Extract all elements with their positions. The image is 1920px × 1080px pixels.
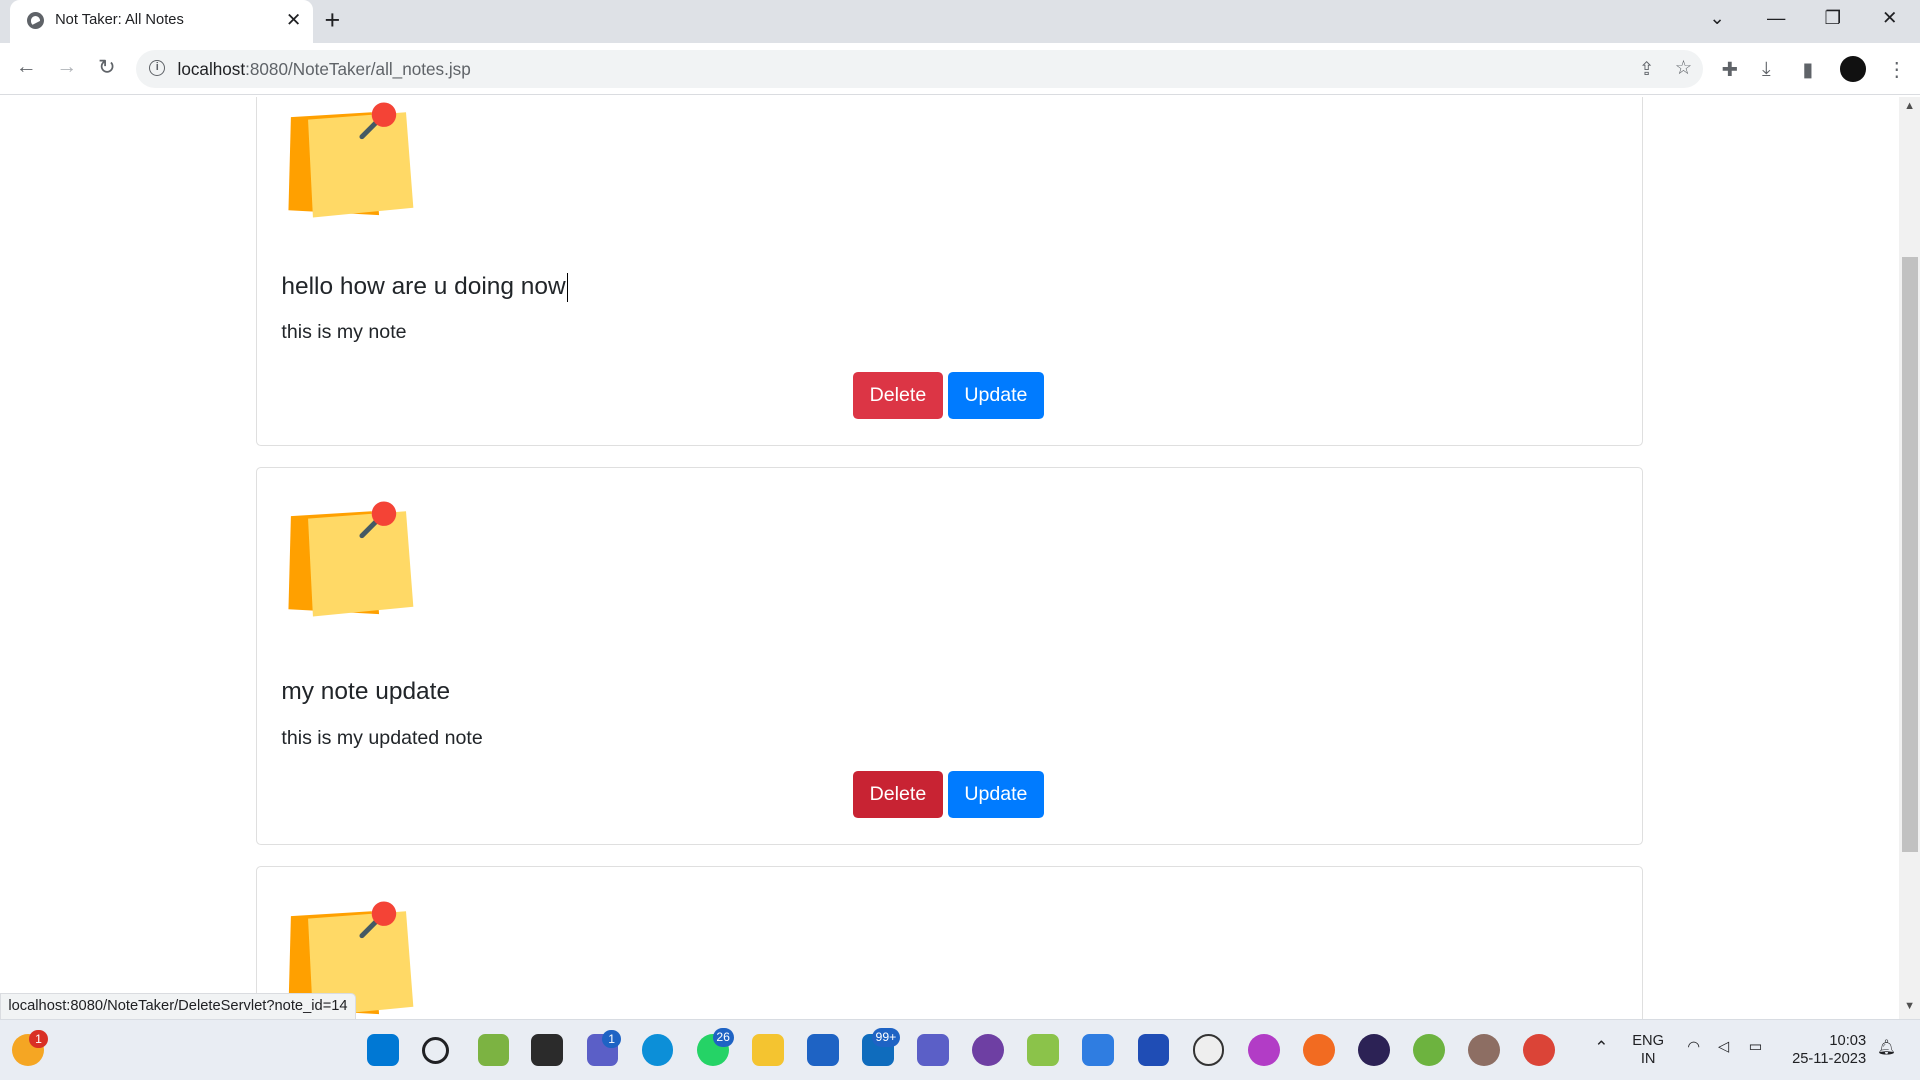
extensions-icon[interactable]: ✚ [1722,58,1738,82]
minimize-button[interactable]: — [1767,7,1785,29]
note-title: my note update [281,678,451,706]
server-icon[interactable] [1468,1034,1500,1067]
whatsapp-badge: 26 [712,1028,734,1047]
share-icon[interactable]: ⇪ [1639,58,1654,80]
photos-icon[interactable] [1027,1034,1060,1067]
note-body: this is my note [281,320,407,343]
sticky-note-icon [288,102,414,218]
search-icon[interactable] [422,1036,450,1064]
new-tab-button[interactable]: + [324,5,340,36]
address-bar[interactable]: i localhost:8080/NoteTaker/all_notes.jsp… [135,50,1704,89]
battery-icon[interactable]: ▭ [1749,1038,1763,1055]
windows-start-icon[interactable] [367,1034,400,1067]
url-text: localhost:8080/NoteTaker/all_notes.jsp [177,58,471,79]
tray-overflow-icon[interactable]: ⌃ [1594,1037,1608,1058]
forward-icon[interactable]: → [56,55,77,79]
game-icon[interactable] [1192,1034,1225,1067]
wifi-icon[interactable]: ◠ [1687,1038,1700,1055]
delete-button[interactable]: Delete [853,771,943,818]
page-content: hello how are u doing now this is my not… [0,96,1900,1019]
volume-icon[interactable]: ◁ [1718,1038,1729,1055]
app-icon[interactable] [917,1034,949,1067]
clock[interactable]: 10:03 25-11-2023 [1788,1032,1866,1069]
copilot-icon[interactable] [477,1034,510,1067]
tab-search-icon[interactable]: ⌄ [1709,7,1724,29]
download-icon[interactable]: ⤓ [1762,58,1771,81]
tab-title: Not Taker: All Notes [55,12,184,29]
whiteboard-icon[interactable] [1137,1034,1170,1067]
text-cursor [566,272,569,303]
browser-toolbar: ← → ↻ i localhost:8080/NoteTaker/all_not… [0,42,1920,96]
edge-icon[interactable] [641,1034,674,1067]
delete-button[interactable]: Delete [853,372,943,419]
tab-close-button[interactable]: ✕ [286,9,301,31]
back-icon[interactable]: ← [16,55,37,79]
eclipse-icon[interactable] [1357,1034,1390,1067]
spring-tools-icon[interactable] [1413,1034,1445,1067]
github-icon[interactable] [972,1034,1005,1067]
note-card [255,865,1644,1019]
note-card: my note update this is my updated note D… [255,466,1644,845]
wps-icon[interactable] [1247,1034,1280,1067]
side-panel-icon[interactable]: ▮ [1802,58,1813,82]
browser-tab[interactable]: Not Taker: All Notes ✕ [9,0,314,43]
scroll-up-arrow-icon[interactable]: ▲ [1904,100,1915,112]
file-explorer-icon[interactable] [751,1034,784,1067]
reload-icon[interactable]: ↻ [98,55,115,80]
todo-icon[interactable] [1082,1034,1115,1067]
globe-icon [26,12,45,30]
notification-bell-icon[interactable]: 🔔︎ [1877,1038,1896,1056]
bookmark-star-icon[interactable]: ☆ [1675,56,1693,80]
note-title: hello how are u doing now [281,272,569,303]
language-indicator[interactable]: ENG IN [1632,1032,1664,1069]
sticky-note-icon [288,501,414,617]
page-scrollbar[interactable]: ▲ ▼ [1899,96,1920,1019]
windows-taskbar: 1 1 26 99+ ⌃ ENG IN ◠ ◁ ▭ 10:03 25-11-20… [0,1018,1920,1080]
window-close-button[interactable]: ✕ [1882,7,1897,29]
teams-badge: 1 [602,1029,621,1048]
note-body: this is my updated note [281,727,483,750]
task-view-icon[interactable] [531,1034,564,1067]
menu-icon[interactable]: ⋮ [1887,58,1907,82]
widget-badge: 1 [29,1029,48,1048]
store-icon[interactable] [806,1034,839,1067]
update-button[interactable]: Update [947,372,1045,419]
scroll-down-arrow-icon[interactable]: ▼ [1904,1000,1915,1012]
postman-icon[interactable] [1302,1034,1335,1067]
chrome-icon[interactable] [1523,1034,1556,1067]
title-bar: Not Taker: All Notes ✕ + ⌄ — ❐ ✕ [0,0,1920,43]
scrollbar-thumb[interactable] [1901,257,1918,853]
restore-button[interactable]: ❐ [1825,7,1841,29]
profile-avatar[interactable] [1840,56,1867,83]
update-button[interactable]: Update [947,771,1045,818]
site-info-icon[interactable]: i [149,59,166,76]
mail-badge: 99+ [871,1028,900,1047]
link-status-bubble: localhost:8080/NoteTaker/DeleteServlet?n… [0,993,356,1020]
note-card: hello how are u doing now this is my not… [255,96,1644,446]
